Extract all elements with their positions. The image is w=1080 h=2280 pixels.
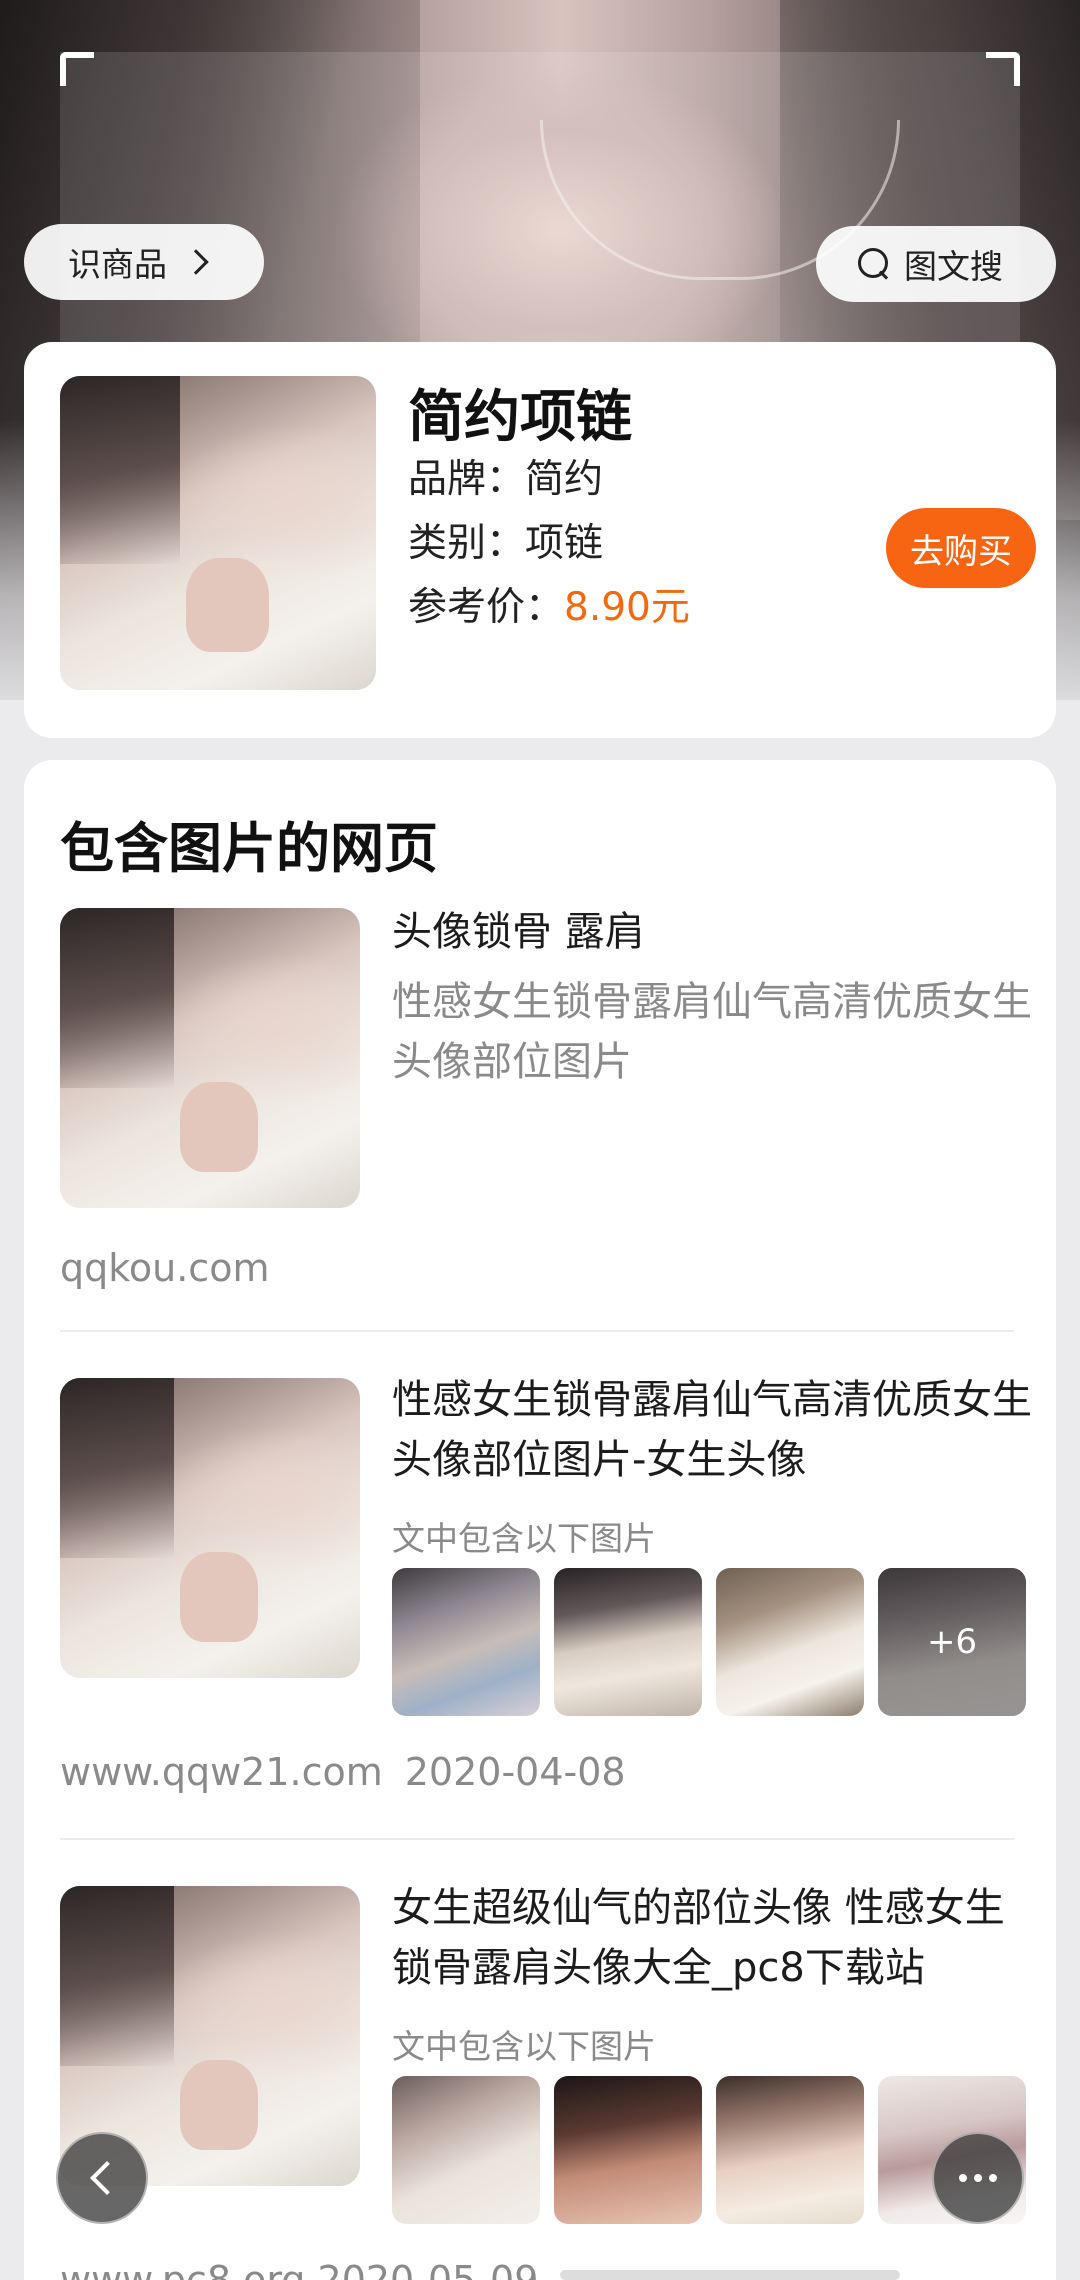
related-image[interactable] <box>716 1568 864 1716</box>
back-button[interactable] <box>56 2132 148 2224</box>
crop-frame[interactable] <box>60 52 1020 352</box>
price-value: 8.90元 <box>564 585 690 630</box>
source-domain: www.pc8.org <box>60 2258 306 2280</box>
identify-product-button[interactable]: 识商品 <box>24 224 264 300</box>
related-image[interactable] <box>392 1568 540 1716</box>
category-value: 项链 <box>525 521 604 566</box>
buy-button[interactable]: 去购买 <box>886 508 1036 588</box>
price-label: 参考价： <box>408 585 565 630</box>
source-domain: www.qqw21.com <box>60 1750 383 1794</box>
result-source-partial: www.pc8.org 2020-05-09 <box>60 2258 538 2280</box>
result-image-strip: +6 <box>392 1568 1026 1716</box>
result-item[interactable]: 女生超级仙气的部位头像 性感女生锁骨露肩头像大全_pc8下载站 文中包含以下图片 <box>24 1885 1056 2280</box>
pages-card: 包含图片的网页 头像锁骨 露肩 性感女生锁骨露肩仙气高清优质女生头像部位图片 q… <box>24 760 1056 2280</box>
product-thumbnail[interactable] <box>60 376 376 690</box>
source-date: 2020-04-08 <box>404 1750 626 1794</box>
result-subtitle: 性感女生锁骨露肩仙气高清优质女生头像部位图片 <box>392 979 1032 1085</box>
result-title[interactable]: 头像锁骨 露肩 <box>392 902 1032 962</box>
product-title: 简约项链 <box>408 385 632 450</box>
image-text-search-label: 图文搜 <box>904 247 1003 286</box>
brand-value: 简约 <box>525 457 604 502</box>
image-text-search-button[interactable]: 图文搜 <box>816 226 1056 302</box>
more-horizontal-icon <box>974 2174 982 2182</box>
result-thumbnail[interactable] <box>60 908 360 1208</box>
result-image-strip <box>392 2076 1026 2224</box>
result-title[interactable]: 性感女生锁骨露肩仙气高清优质女生头像部位图片-女生头像 <box>392 1370 1032 1490</box>
source-domain: qqkou.com <box>60 1246 270 1290</box>
related-image[interactable] <box>554 2076 702 2224</box>
result-item[interactable]: 性感女生锁骨露肩仙气高清优质女生头像部位图片-女生头像 文中包含以下图片 +6 … <box>24 1377 1056 1798</box>
result-thumbnail[interactable] <box>60 1378 360 1678</box>
scroll-indicator <box>560 2270 900 2280</box>
chevron-right-icon <box>183 249 209 275</box>
product-category: 类别：项链 <box>408 512 603 568</box>
related-image-more[interactable]: +6 <box>878 1568 1026 1716</box>
related-image[interactable] <box>392 2076 540 2224</box>
result-source: qqkou.com <box>60 1246 269 1290</box>
category-label: 类别： <box>408 521 526 566</box>
source-date: 2020-05-09 <box>317 2258 539 2280</box>
result-note: 文中包含以下图片 <box>392 1519 656 1558</box>
divider <box>60 1838 1014 1840</box>
chevron-left-icon <box>90 2161 124 2195</box>
brand-label: 品牌： <box>408 457 526 502</box>
result-note: 文中包含以下图片 <box>392 2027 656 2066</box>
section-title: 包含图片的网页 <box>60 817 438 880</box>
related-image[interactable] <box>554 1568 702 1716</box>
more-button[interactable] <box>932 2132 1024 2224</box>
product-brand: 品牌：简约 <box>408 448 603 504</box>
more-horizontal-icon <box>959 2174 967 2182</box>
search-icon <box>858 248 890 280</box>
identify-product-label: 识商品 <box>68 245 167 284</box>
more-count: +6 <box>878 1568 1026 1716</box>
divider <box>60 1330 1014 1332</box>
more-horizontal-icon <box>989 2174 997 2182</box>
result-item[interactable]: 头像锁骨 露肩 性感女生锁骨露肩仙气高清优质女生头像部位图片 qqkou.com <box>24 908 1056 1290</box>
product-price: 参考价：8.90元 <box>408 576 690 632</box>
related-image[interactable] <box>716 2076 864 2224</box>
result-source: www.qqw21.com 2020-04-08 <box>60 1750 626 1794</box>
crop-corner-top-right[interactable] <box>986 52 1020 86</box>
crop-corner-top-left[interactable] <box>60 52 94 86</box>
result-title[interactable]: 女生超级仙气的部位头像 性感女生锁骨露肩头像大全_pc8下载站 <box>392 1878 1032 1998</box>
product-card[interactable]: 简约项链 品牌：简约 类别：项链 参考价：8.90元 去购买 <box>24 342 1056 738</box>
